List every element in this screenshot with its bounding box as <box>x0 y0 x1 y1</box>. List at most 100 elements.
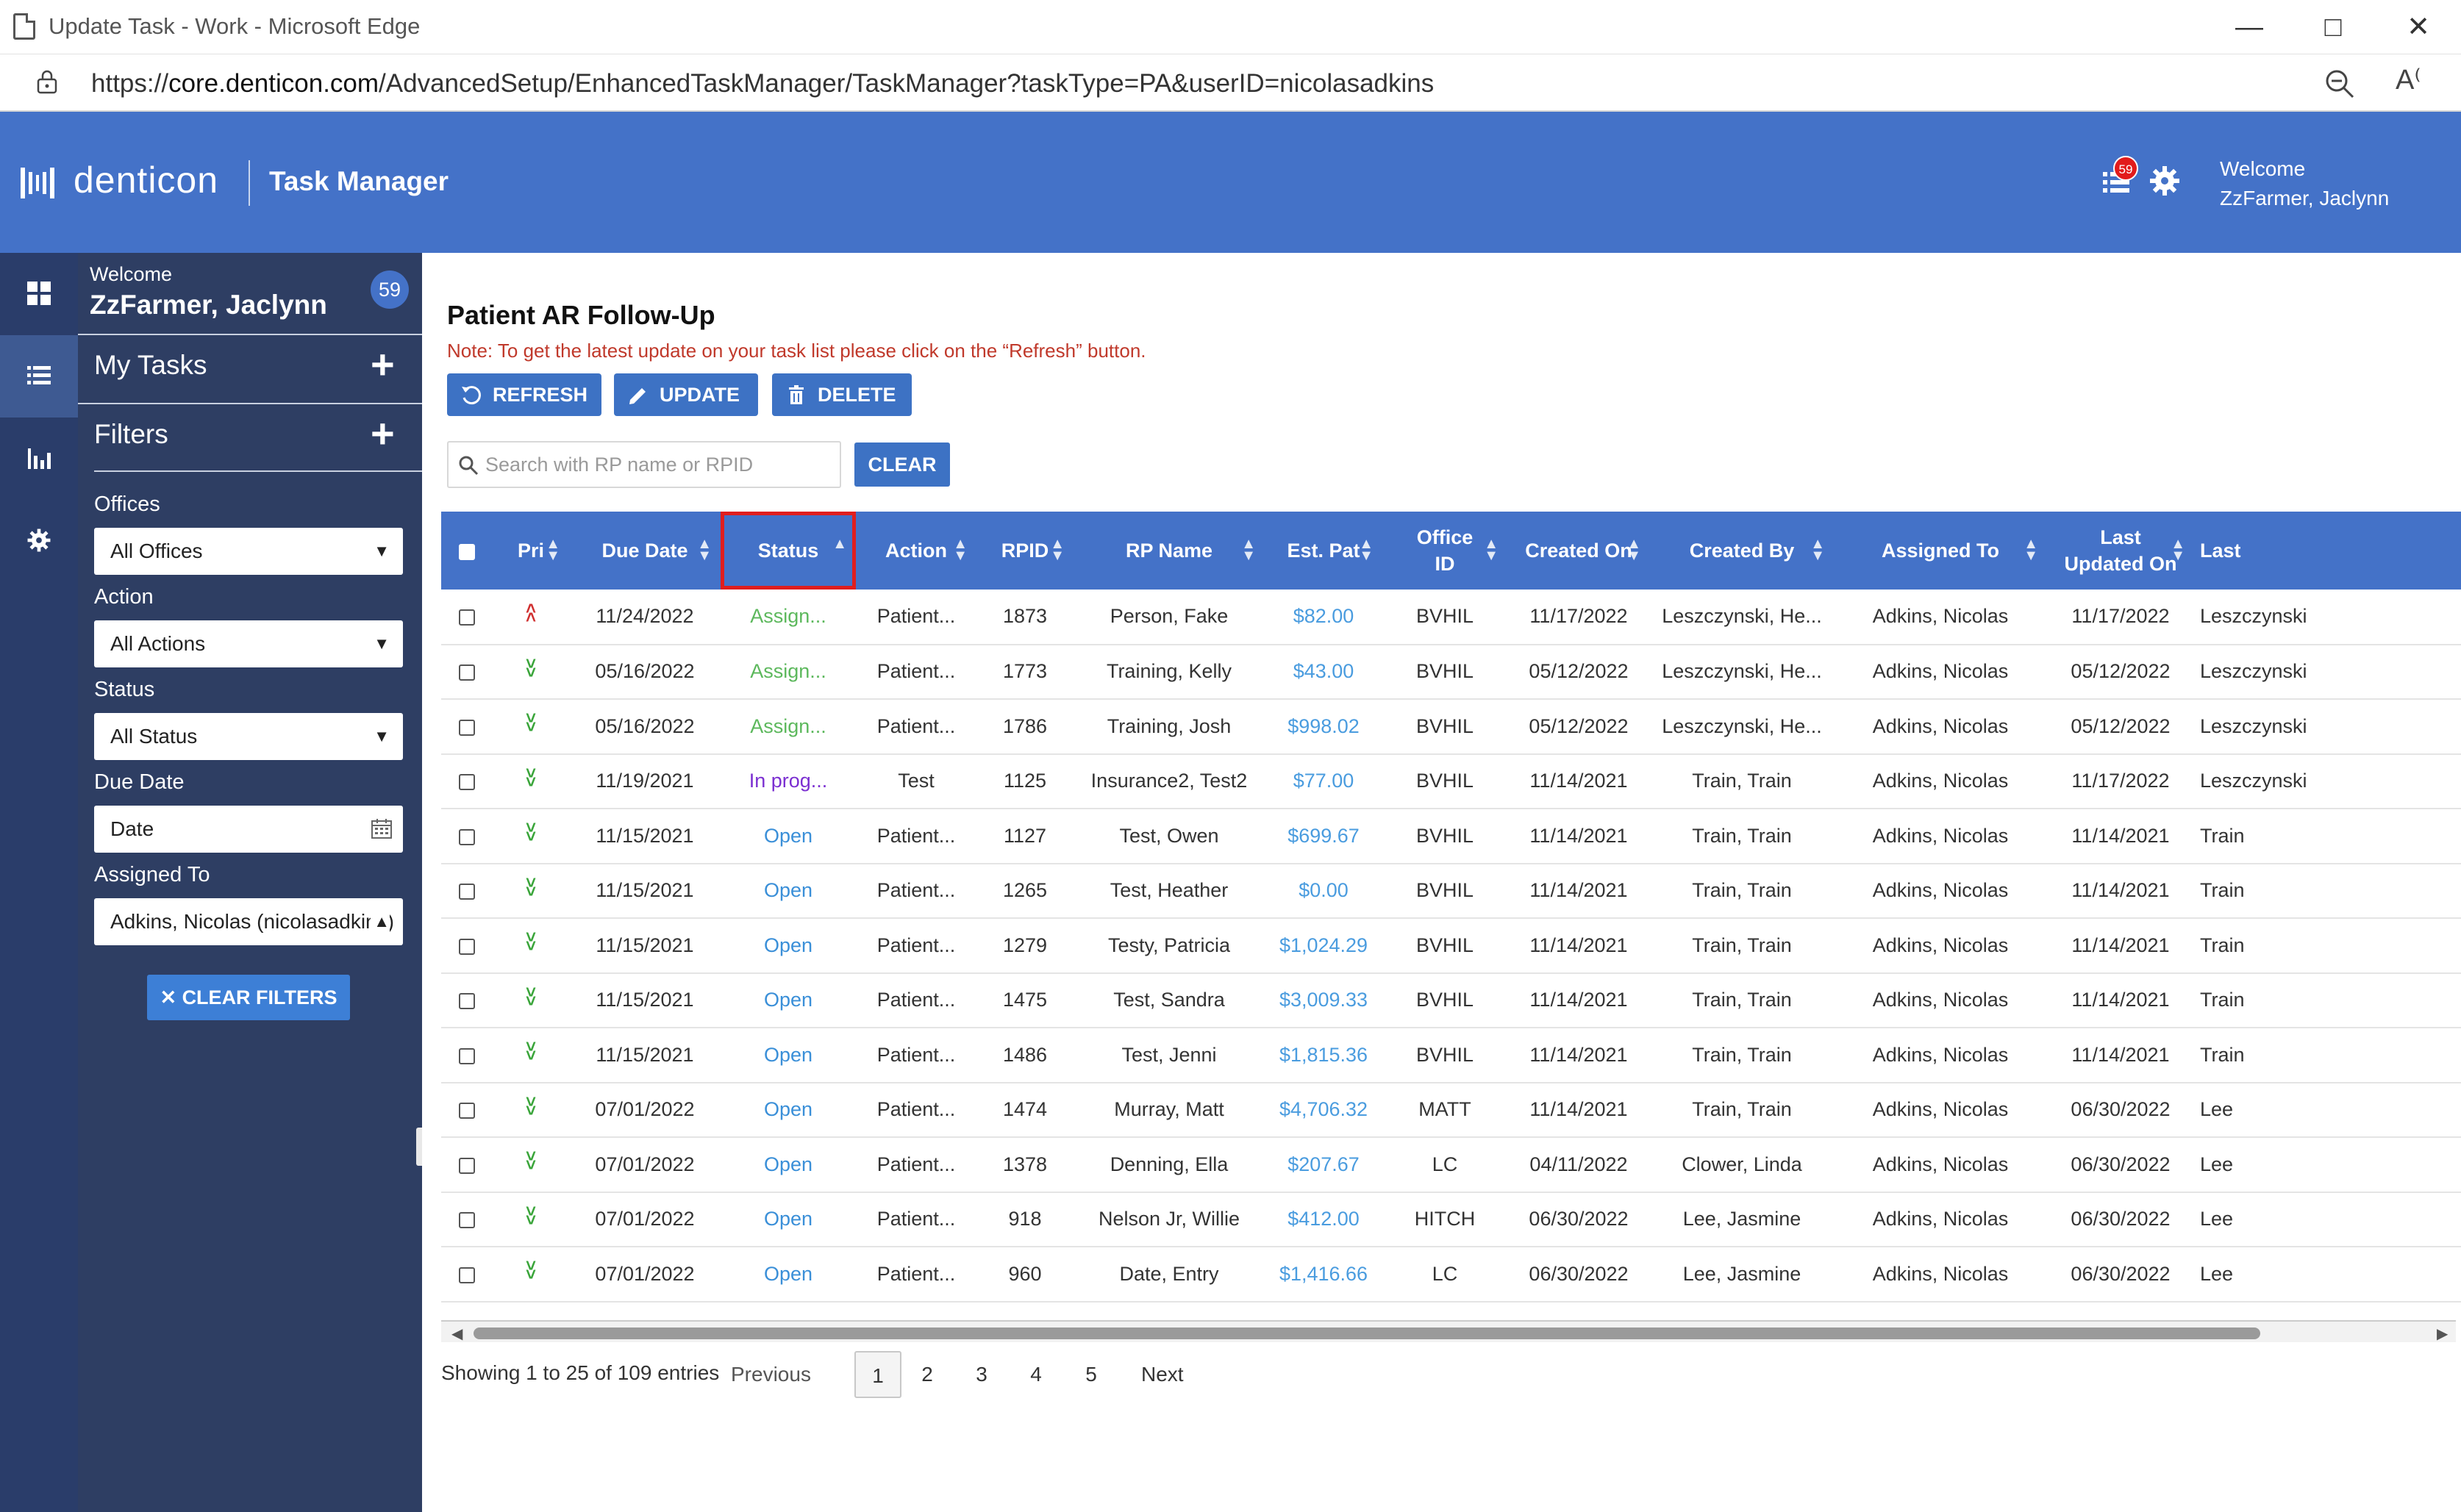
assigned-to-select[interactable]: Adkins, Nicolas (nicolasadkins) ▲ <box>94 898 403 945</box>
pagination-previous[interactable]: Previous <box>731 1351 811 1398</box>
row-select-cell[interactable] <box>441 1247 493 1303</box>
cell-est-pat[interactable]: $1,416.66 <box>1265 1247 1382 1303</box>
row-checkbox[interactable] <box>459 664 475 681</box>
pagination-next[interactable]: Next <box>1141 1351 1184 1398</box>
cell-est-pat[interactable]: $43.00 <box>1265 644 1382 700</box>
table-row[interactable]: ˅ ˅ 11/15/2021 Open Patient... 1279 Testy, Pat… <box>441 918 2461 974</box>
row-checkbox[interactable] <box>459 719 475 736</box>
col-header-rp-name[interactable]: RP Name ▲ ▼ <box>1074 512 1265 590</box>
col-header-last-updated-on[interactable]: Last Updated On ▲ ▼ <box>2047 512 2194 590</box>
table-row[interactable]: ˅ ˅ 07/01/2022 Open Patient... 918 Nelson Jr, … <box>441 1192 2461 1247</box>
table-row[interactable]: ˅ ˅ 11/19/2021 In prog... Test 1125 Insurance2… <box>441 753 2461 809</box>
cell-est-pat[interactable]: $207.67 <box>1265 1137 1382 1193</box>
row-checkbox[interactable] <box>459 1212 475 1229</box>
pagination-page-1[interactable]: 1 <box>854 1351 901 1398</box>
table-row[interactable]: ˅ ˅ 07/01/2022 Open Patient... 1474 Murray, Ma… <box>441 1082 2461 1138</box>
calendar-icon[interactable] <box>371 817 393 839</box>
clear-filters-button[interactable]: ✕ CLEAR FILTERS <box>147 975 350 1020</box>
cell-rp-name[interactable]: Training, Kelly <box>1074 644 1265 700</box>
cell-rp-name[interactable]: Test, Jenni <box>1074 1028 1265 1083</box>
col-header-status[interactable]: Status ▲ <box>721 512 856 590</box>
cell-est-pat[interactable]: $4,706.32 <box>1265 1082 1382 1138</box>
row-checkbox[interactable] <box>459 1266 475 1283</box>
horizontal-scrollbar[interactable]: ◀ ▶ <box>441 1320 2456 1342</box>
cell-rp-name[interactable]: Nelson Jr, Willie <box>1074 1192 1265 1247</box>
cell-rp-name[interactable]: Testy, Patricia <box>1074 918 1265 974</box>
row-checkbox[interactable] <box>459 1157 475 1174</box>
row-select-cell[interactable] <box>441 699 493 755</box>
pagination-page-4[interactable]: 4 <box>1025 1351 1047 1398</box>
cell-rp-name[interactable]: Murray, Matt <box>1074 1082 1265 1138</box>
pagination-page-5[interactable]: 5 <box>1080 1351 1102 1398</box>
rail-settings[interactable] <box>0 500 78 582</box>
row-checkbox[interactable] <box>459 938 475 955</box>
row-select-cell[interactable] <box>441 918 493 974</box>
filters-section[interactable]: Filters + <box>78 403 422 469</box>
cell-est-pat[interactable]: $77.00 <box>1265 753 1382 809</box>
row-select-cell[interactable] <box>441 644 493 700</box>
row-select-cell[interactable] <box>441 1082 493 1138</box>
update-button[interactable]: UPDATE <box>614 373 758 416</box>
row-checkbox[interactable] <box>459 828 475 845</box>
scroll-right-arrow-icon[interactable]: ▶ <box>2437 1325 2448 1343</box>
row-select-cell[interactable] <box>441 863 493 919</box>
table-row[interactable]: ˅ ˅ 11/15/2021 Open Patient... 1486 Test, Jenn… <box>441 1028 2461 1083</box>
select-all-checkbox[interactable] <box>459 543 475 560</box>
cell-est-pat[interactable]: $998.02 <box>1265 699 1382 755</box>
col-header-assigned-to[interactable]: Assigned To ▲ ▼ <box>1834 512 2047 590</box>
pagination-page-3[interactable]: 3 <box>971 1351 993 1398</box>
expand-plus-icon[interactable]: + <box>371 413 395 454</box>
col-header-due-date[interactable]: Due Date ▲ ▼ <box>569 512 721 590</box>
row-select-cell[interactable] <box>441 972 493 1028</box>
row-checkbox[interactable] <box>459 609 475 626</box>
row-checkbox[interactable] <box>459 884 475 900</box>
row-select-cell[interactable] <box>441 1192 493 1247</box>
table-row[interactable]: ˅ ˅ 11/15/2021 Open Patient... 1265 Test, Heat… <box>441 863 2461 919</box>
action-select[interactable]: All Actions ▼ <box>94 620 403 667</box>
cell-est-pat[interactable]: $3,009.33 <box>1265 972 1382 1028</box>
cell-est-pat[interactable]: $699.67 <box>1265 809 1382 864</box>
cell-est-pat[interactable]: $82.00 <box>1265 590 1382 645</box>
cell-est-pat[interactable]: $1,815.36 <box>1265 1028 1382 1083</box>
row-select-cell[interactable] <box>441 590 493 645</box>
table-row[interactable]: ˅ ˅ 05/16/2022 Assign... Patient... 1773 Train… <box>441 644 2461 700</box>
maximize-button[interactable]: □ <box>2307 7 2359 47</box>
due-date-field[interactable]: Date <box>94 806 403 853</box>
cell-est-pat[interactable]: $1,024.29 <box>1265 918 1382 974</box>
table-row[interactable]: ˅ ˅ 07/01/2022 Open Patient... 1378 Denning, E… <box>441 1137 2461 1193</box>
row-select-cell[interactable] <box>441 753 493 809</box>
rail-dashboard[interactable] <box>0 253 78 335</box>
settings-gear-icon[interactable] <box>2149 165 2181 197</box>
cell-est-pat[interactable]: $412.00 <box>1265 1192 1382 1247</box>
cell-rp-name[interactable]: Person, Fake <box>1074 590 1265 645</box>
clear-search-button[interactable]: CLEAR <box>854 443 950 487</box>
col-header-rpid[interactable]: RPID ▲ ▼ <box>976 512 1074 590</box>
expand-plus-icon[interactable]: + <box>371 344 395 385</box>
offices-select[interactable]: All Offices ▼ <box>94 528 403 575</box>
zoom-out-icon[interactable] <box>2324 68 2356 100</box>
row-select-cell[interactable] <box>441 1137 493 1193</box>
row-select-cell[interactable] <box>441 1028 493 1083</box>
col-header-pri[interactable]: Pri ▲ ▼ <box>493 512 569 590</box>
cell-est-pat[interactable]: $0.00 <box>1265 863 1382 919</box>
cell-rp-name[interactable]: Denning, Ella <box>1074 1137 1265 1193</box>
search-input[interactable]: Search with RP name or RPID <box>447 441 841 488</box>
row-checkbox[interactable] <box>459 1047 475 1064</box>
row-checkbox[interactable] <box>459 993 475 1010</box>
scroll-left-arrow-icon[interactable]: ◀ <box>451 1325 462 1343</box>
close-window-button[interactable]: ✕ <box>2393 7 2444 47</box>
col-header-created-by[interactable]: Created By ▲ ▼ <box>1650 512 1834 590</box>
rail-task-list[interactable] <box>0 335 78 418</box>
delete-button[interactable]: DELETE <box>772 373 912 416</box>
cell-rp-name[interactable]: Test, Sandra <box>1074 972 1265 1028</box>
col-header-created-on[interactable]: Created On ▲ ▼ <box>1507 512 1650 590</box>
col-header-est-pat[interactable]: Est. Pat ▲ ▼ <box>1265 512 1382 590</box>
cell-rp-name[interactable]: Training, Josh <box>1074 699 1265 755</box>
my-tasks-section[interactable]: My Tasks + <box>78 334 422 400</box>
scrollbar-thumb[interactable] <box>474 1328 2260 1339</box>
table-row[interactable]: ˅ ˅ 05/16/2022 Assign... Patient... 1786 Train… <box>441 699 2461 755</box>
row-select-cell[interactable] <box>441 809 493 864</box>
table-row[interactable]: ˅ ˅ 07/01/2022 Open Patient... 960 Date, Entry… <box>441 1247 2461 1303</box>
read-aloud-icon[interactable]: A⁽ <box>2396 63 2421 96</box>
pagination-page-2[interactable]: 2 <box>916 1351 938 1398</box>
